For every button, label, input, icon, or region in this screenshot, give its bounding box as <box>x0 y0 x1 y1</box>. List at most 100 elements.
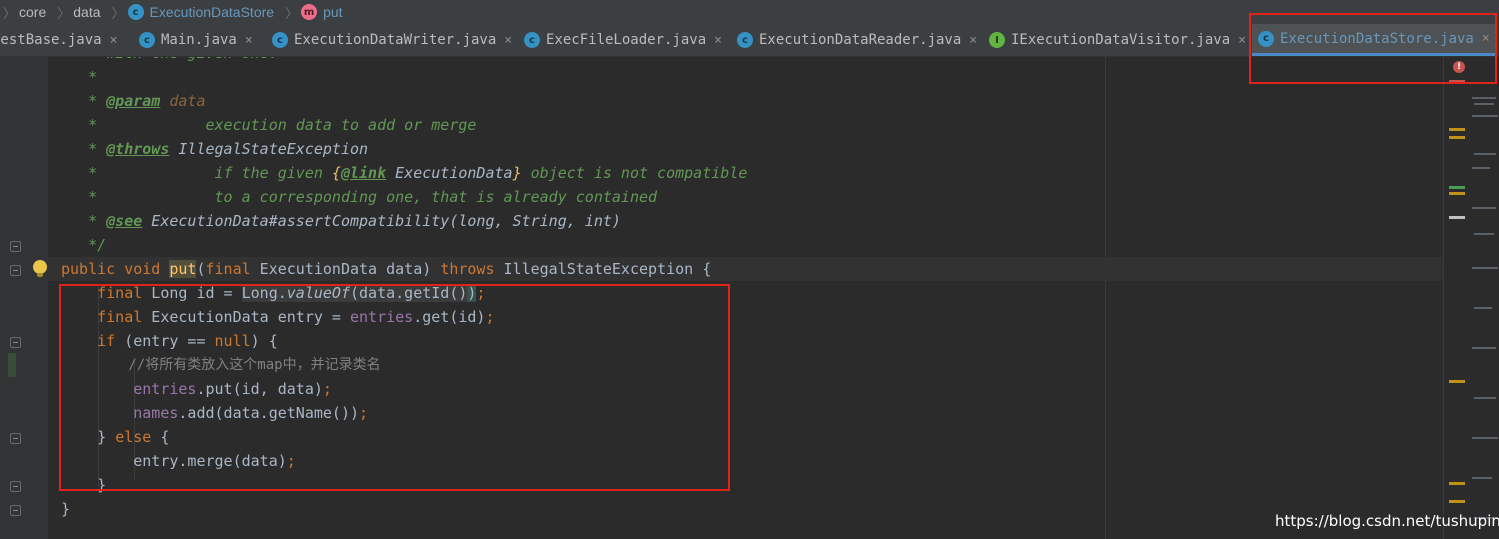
code-token: entries <box>61 380 197 398</box>
code-token: { <box>331 164 341 182</box>
breadcrumb-label: data <box>73 4 101 20</box>
warning-marker[interactable] <box>1449 482 1465 485</box>
class-icon: c <box>524 32 540 48</box>
warning-marker[interactable] <box>1449 128 1465 131</box>
breadcrumb-item-class[interactable]: 〉 c ExecutionDataStore <box>105 3 279 22</box>
minimap-line <box>1474 103 1494 105</box>
code-line: entries.put(id, data); <box>61 377 332 401</box>
close-icon[interactable]: × <box>1482 31 1490 46</box>
code-token: ) { <box>250 332 278 350</box>
code-line: } <box>61 500 71 518</box>
code-token: ExecutionData data) <box>250 260 441 278</box>
close-icon[interactable]: × <box>969 33 977 48</box>
code-token: * <box>61 92 107 110</box>
code-token: ( <box>196 260 206 278</box>
close-icon[interactable]: × <box>504 33 512 48</box>
tab-label: ExecutionDataStore.java <box>1280 30 1474 47</box>
editor-tab-bar: TestBase.java × c Main.java × c Executio… <box>0 24 1499 57</box>
breadcrumb-item-data[interactable]: 〉 data <box>50 3 104 22</box>
error-stripe[interactable]: ! <box>1443 57 1499 539</box>
tab-label: ExecutionDataWriter.java <box>294 32 497 48</box>
chevron-right-icon: 〉 <box>3 5 17 21</box>
code-token: final <box>205 260 251 278</box>
class-icon: c <box>272 32 288 48</box>
error-marker[interactable] <box>1449 80 1465 83</box>
code-line: } else { <box>61 425 169 449</box>
code-line: } <box>61 476 107 494</box>
tab-label: IExecutionDataVisitor.java <box>1011 32 1231 48</box>
warning-marker[interactable] <box>1449 136 1465 139</box>
code-token: (entry == <box>115 332 215 350</box>
code-line: */ <box>61 236 107 254</box>
code-token: ; <box>286 452 296 470</box>
code-line: entry.merge(data); <box>61 449 296 473</box>
tab-main[interactable]: c Main.java × <box>139 24 253 56</box>
error-icon[interactable]: ! <box>1453 61 1465 73</box>
tab-executiondatawriter[interactable]: c ExecutionDataWriter.java × <box>272 24 512 56</box>
minimap-line <box>1474 153 1496 155</box>
code-token: ExecutionData entry = <box>142 308 350 326</box>
code-token: @throws <box>106 140 170 158</box>
minimap-line <box>1472 347 1496 349</box>
code-token: public void <box>61 260 170 278</box>
caret-marker[interactable] <box>1449 216 1465 219</box>
code-line: * @see ExecutionData#assertCompatibility… <box>61 209 621 233</box>
code-line: final Long id = Long.valueOf(data.getId(… <box>61 281 485 305</box>
code-token: ExecutionData#assertCompatibility(long, … <box>142 212 621 230</box>
fold-marker-icon[interactable] <box>10 505 21 516</box>
minimap-line <box>1474 233 1494 235</box>
class-icon: c <box>1258 30 1274 47</box>
tab-execfileloader[interactable]: c ExecFileLoader.java × <box>524 24 722 56</box>
code-token: .put(id, data) <box>196 380 323 398</box>
breadcrumb-item-core[interactable]: 〉 core <box>0 3 50 22</box>
close-icon[interactable]: × <box>1238 33 1246 48</box>
code-line: if (entry == null) { <box>61 329 278 353</box>
chevron-right-icon: 〉 <box>111 5 125 21</box>
class-icon: c <box>139 32 155 48</box>
warning-marker[interactable] <box>1449 380 1465 383</box>
fold-marker-icon[interactable] <box>10 337 21 348</box>
code-line: * <box>61 68 98 86</box>
minimap-line <box>1472 97 1496 99</box>
tab-iexecutiondatavisitor[interactable]: I IExecutionDataVisitor.java × <box>989 24 1246 56</box>
close-icon[interactable]: × <box>110 33 118 48</box>
code-token: ; <box>485 308 495 326</box>
code-token: throws <box>440 260 495 278</box>
code-line: final ExecutionData entry = entries.get(… <box>61 305 495 329</box>
intention-bulb-icon[interactable] <box>33 260 47 277</box>
code-line: //将所有类放入这个map中，并记录类名 <box>61 357 381 373</box>
close-icon[interactable]: × <box>245 33 253 48</box>
code-token: .get(id) <box>413 308 486 326</box>
warning-marker[interactable] <box>1449 192 1465 195</box>
tab-label: ExecutionDataReader.java <box>759 32 962 48</box>
code-token: ExecutionData <box>386 164 513 182</box>
warning-marker[interactable] <box>1449 500 1465 503</box>
tab-label: Main.java <box>161 32 237 48</box>
editor-gutter <box>0 57 48 539</box>
code-token: null <box>214 332 251 350</box>
code-editor[interactable]: * with the given one. * * @param data * … <box>48 57 1443 539</box>
change-marker[interactable] <box>1449 186 1465 189</box>
breadcrumb-item-method[interactable]: 〉 m put <box>278 3 346 22</box>
fold-marker-icon[interactable] <box>10 481 21 492</box>
code-token: object is not compatible <box>521 164 748 182</box>
code-token: entries <box>350 308 414 326</box>
minimap-line <box>1472 267 1498 269</box>
code-token: ; <box>476 284 486 302</box>
code-line: public void put(final ExecutionData data… <box>61 257 711 281</box>
code-token: IllegalStateException <box>169 140 369 158</box>
breadcrumb-label: put <box>323 4 343 20</box>
code-line: * if the given {@link ExecutionData} obj… <box>61 161 747 185</box>
tab-label: ExecFileLoader.java <box>546 32 707 48</box>
fold-marker-icon[interactable] <box>10 433 21 444</box>
minimap-line <box>1472 437 1498 439</box>
close-icon[interactable]: × <box>714 33 722 48</box>
tab-executiondatareader[interactable]: c ExecutionDataReader.java × <box>737 24 977 56</box>
code-token: valueOf <box>286 284 350 302</box>
minimap-line <box>1472 167 1490 169</box>
fold-marker-icon[interactable] <box>10 265 21 276</box>
tab-testbase[interactable]: TestBase.java × <box>0 24 117 56</box>
fold-marker-icon[interactable] <box>10 241 21 252</box>
tab-executiondatastore[interactable]: c ExecutionDataStore.java × <box>1252 24 1496 56</box>
code-line: names.add(data.getName()); <box>61 401 368 425</box>
